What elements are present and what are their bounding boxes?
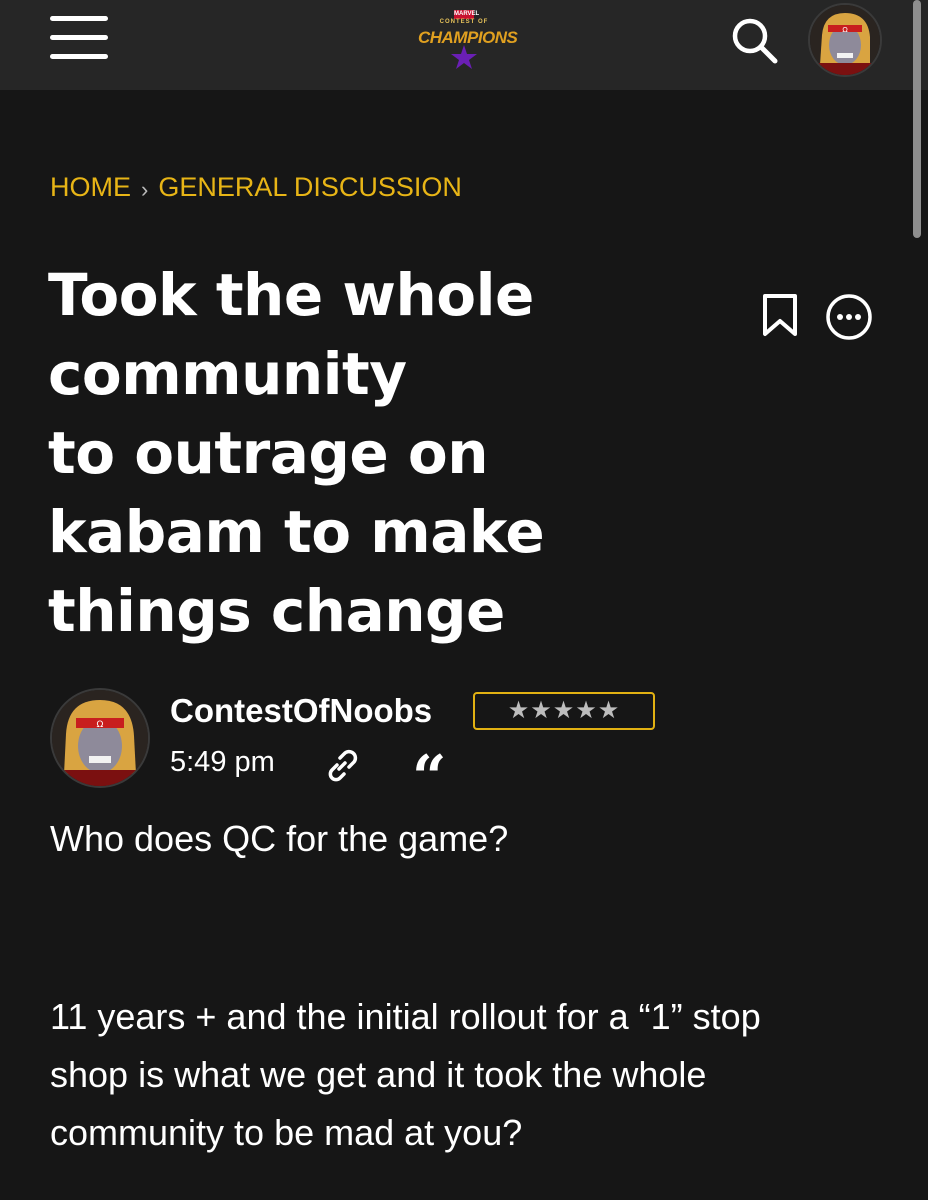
permalink-button[interactable] bbox=[324, 748, 360, 784]
bookmark-button[interactable] bbox=[760, 292, 800, 338]
post-title-line: community bbox=[48, 340, 407, 408]
bookmark-icon bbox=[763, 294, 797, 336]
post-title-line: things change bbox=[48, 577, 505, 645]
post-title-line: to outrage on bbox=[48, 419, 489, 487]
breadcrumb-general-discussion-link[interactable]: GENERAL DISCUSSION bbox=[158, 172, 462, 203]
svg-text:Ω: Ω bbox=[97, 720, 104, 730]
breadcrumb-separator-icon: › bbox=[141, 176, 149, 202]
more-options-icon bbox=[826, 294, 872, 340]
hamburger-icon-line bbox=[50, 54, 108, 59]
scrollbar[interactable] bbox=[913, 0, 921, 238]
post-title-line: kabam to make bbox=[48, 498, 545, 566]
author-rank-badge: ★★★★★ bbox=[473, 692, 655, 730]
logo-star-icon bbox=[451, 45, 477, 69]
search-button[interactable] bbox=[730, 16, 780, 66]
post-body-question: Who does QC for the game? bbox=[50, 818, 509, 859]
svg-text:Ω: Ω bbox=[842, 26, 848, 34]
search-icon bbox=[732, 18, 778, 64]
quote-button[interactable]: “ bbox=[412, 738, 452, 813]
post-body-paragraph: 11 years + and the initial rollout for a… bbox=[50, 996, 761, 1153]
author-name[interactable]: ContestOfNoobs bbox=[170, 692, 432, 730]
logo-brand: MARVEL bbox=[454, 10, 480, 19]
breadcrumb-home-link[interactable]: HOME bbox=[50, 172, 131, 203]
hamburger-icon-line bbox=[50, 16, 108, 21]
profile-avatar[interactable]: Ω bbox=[808, 3, 882, 77]
hamburger-menu-button[interactable] bbox=[50, 16, 110, 60]
post-title: Took the whole community to outrage on k… bbox=[48, 256, 688, 651]
link-icon bbox=[328, 749, 358, 782]
post-title-line: Took the whole bbox=[48, 261, 534, 329]
avatar-omega-red-image: Ω bbox=[52, 690, 148, 786]
hamburger-icon-line bbox=[50, 35, 108, 40]
forum-page: MARVEL CONTEST OF CHAMPIONS Ω HOME › GEN… bbox=[0, 0, 928, 1200]
top-bar: MARVEL CONTEST OF CHAMPIONS Ω bbox=[0, 0, 928, 90]
post-options-button[interactable] bbox=[824, 292, 874, 342]
author-avatar[interactable]: Ω bbox=[50, 688, 150, 788]
avatar-omega-red-image: Ω bbox=[810, 5, 880, 75]
quote-icon: “ bbox=[412, 743, 447, 813]
breadcrumb: HOME › GENERAL DISCUSSION bbox=[50, 172, 462, 203]
post-timestamp[interactable]: 5:49 pm bbox=[170, 746, 275, 779]
logo-line1: CONTEST OF bbox=[439, 19, 489, 25]
contest-of-champions-logo[interactable]: MARVEL CONTEST OF CHAMPIONS bbox=[418, 10, 518, 74]
